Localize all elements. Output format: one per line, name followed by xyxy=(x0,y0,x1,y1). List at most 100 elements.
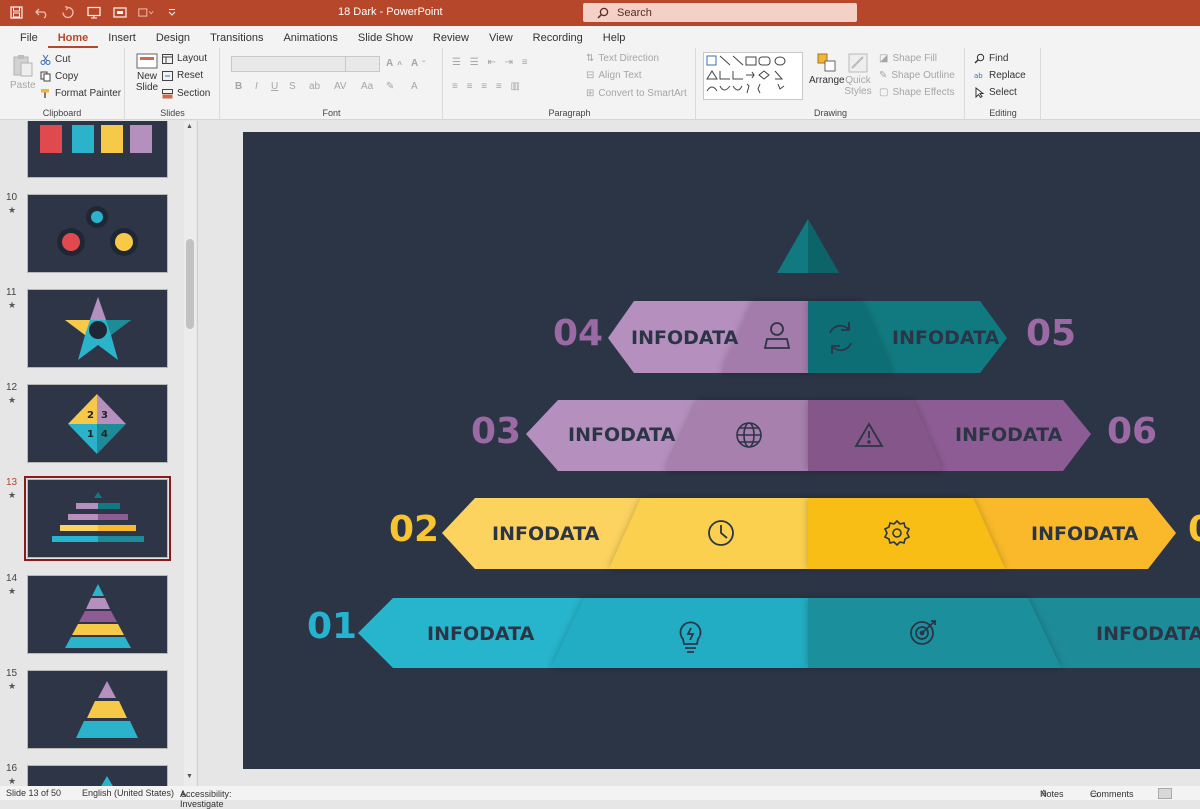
svg-text:1: 1 xyxy=(87,429,94,440)
tab-file[interactable]: File xyxy=(10,32,48,48)
shape-effects-button[interactable]: ▢ Shape Effects xyxy=(879,87,955,98)
scroll-down-icon[interactable]: ▼ xyxy=(186,773,193,780)
search-box[interactable]: Search xyxy=(583,3,857,22)
number-06: 06 xyxy=(1107,411,1157,452)
slide-thumbnail-12[interactable]: 23 14 xyxy=(27,384,168,463)
row-05-right-text: INFODATA xyxy=(892,327,1000,349)
char-spacing-button[interactable]: AV xyxy=(334,81,347,92)
number-03: 03 xyxy=(471,411,521,452)
customize-qat-icon[interactable] xyxy=(164,4,180,20)
align-buttons[interactable]: ≡ ≡ ≡ ≡ ▥ xyxy=(452,81,523,92)
save-icon[interactable] xyxy=(8,4,24,20)
tab-slide-show[interactable]: Slide Show xyxy=(348,32,423,48)
select-button[interactable]: Select xyxy=(974,87,1017,98)
text-direction-button[interactable]: ⇅ Text Direction xyxy=(586,53,659,64)
new-slide-icon xyxy=(136,53,158,69)
quick-access-toolbar xyxy=(8,4,180,20)
cursor-icon xyxy=(975,87,985,98)
row-02-left-text: INFODATA xyxy=(492,523,600,545)
slide-thumbnail-10[interactable] xyxy=(27,194,168,273)
slide-thumbnail-11[interactable] xyxy=(27,289,168,368)
tab-recording[interactable]: Recording xyxy=(523,32,593,48)
thumbnail-scrollbar[interactable]: ▲ ▼ xyxy=(184,121,196,786)
layout-button[interactable]: Layout xyxy=(162,53,207,64)
slideshow-icon[interactable] xyxy=(112,4,128,20)
undo-icon[interactable] xyxy=(34,4,50,20)
cut-button[interactable]: Cut xyxy=(40,54,71,65)
slide-thumbnail-13[interactable] xyxy=(24,476,171,561)
font-label: Font xyxy=(322,108,341,118)
tab-review[interactable]: Review xyxy=(423,32,479,48)
align-text-button[interactable]: ⊟ Align Text xyxy=(586,70,642,81)
section-button[interactable]: Section xyxy=(162,88,210,99)
drawing-label: Drawing xyxy=(813,108,847,118)
present-icon[interactable] xyxy=(86,4,102,20)
quick-styles-button[interactable]: Quick Styles xyxy=(843,52,873,97)
bold-button[interactable]: B xyxy=(235,81,242,92)
paste-button[interactable]: Paste xyxy=(10,54,36,91)
drawing-group: Arrange Quick Styles ◪ Shape Fill ✎ Shape … xyxy=(697,48,965,120)
shape-fill-button[interactable]: ◪ Shape Fill xyxy=(879,53,937,64)
replace-button[interactable]: ab Replace xyxy=(974,70,1026,81)
underline-button[interactable]: U xyxy=(271,81,278,92)
slide-thumbnail-14[interactable] xyxy=(27,575,168,654)
shapes-gallery-icons xyxy=(706,55,786,94)
slide-canvas[interactable]: INFODATA INFODATA INFODATA INFODATA INFO… xyxy=(243,132,1200,769)
slide-thumbnail-15[interactable] xyxy=(27,670,168,749)
shape-dropdown-icon[interactable] xyxy=(138,4,154,20)
thumbnail-number-16: 16 xyxy=(6,763,18,774)
status-bar: Slide 13 of 50 English (United States) ♿… xyxy=(0,786,1200,809)
paragraph-group: ☰ ☰ ⇤ ⇥ ≡ ≡ ≡ ≡ ≡ ▥ ⇅ Text Direction ⊟ Ali… xyxy=(444,48,696,120)
slide-thumbnail-9[interactable] xyxy=(27,121,168,178)
format-painter-button[interactable]: Format Painter xyxy=(40,88,121,99)
number-01: 01 xyxy=(307,606,357,647)
copy-button[interactable]: Copy xyxy=(40,71,78,82)
replace-icon: ab xyxy=(974,72,983,80)
language-indicator[interactable]: English (United States) xyxy=(82,788,174,798)
arrange-button[interactable]: Arrange xyxy=(809,52,845,86)
font-size-dropdown[interactable] xyxy=(345,56,380,72)
grow-font-button[interactable]: A ^ xyxy=(386,58,402,69)
font-color-button[interactable]: A xyxy=(411,81,418,92)
strikethrough-button[interactable]: S xyxy=(289,81,296,92)
font-group: A ^ Aˇ B I U S ab AV Aa ✎ A Font xyxy=(221,48,443,120)
transition-star-icon: ★ xyxy=(8,490,17,500)
italic-button[interactable]: I xyxy=(255,81,258,92)
slides-label: Slides xyxy=(160,108,185,118)
slide-sorter-icon[interactable] xyxy=(1158,788,1172,799)
infographic-pyramid: INFODATA INFODATA INFODATA INFODATA INFO… xyxy=(307,219,1200,668)
arrange-icon xyxy=(817,53,836,72)
reset-button[interactable]: Reset xyxy=(162,70,203,81)
shape-outline-button[interactable]: ✎ Shape Outline xyxy=(879,70,955,81)
slide-thumbnail-16[interactable] xyxy=(27,765,168,786)
shrink-font-button[interactable]: Aˇ xyxy=(411,58,425,69)
redo-icon[interactable] xyxy=(60,4,76,20)
scissors-icon xyxy=(40,54,51,65)
tab-home[interactable]: Home xyxy=(47,32,99,48)
tab-help[interactable]: Help xyxy=(593,32,636,48)
thumbnail-9-preview xyxy=(40,125,152,153)
tab-view[interactable]: View xyxy=(479,32,523,48)
tab-insert[interactable]: Insert xyxy=(98,32,146,48)
find-button[interactable]: Find xyxy=(974,53,1008,64)
shapes-gallery[interactable] xyxy=(703,52,803,100)
format-painter-icon xyxy=(41,89,49,98)
change-case-button[interactable]: Aa xyxy=(361,81,373,92)
fill-bucket-icon: ◪ xyxy=(879,53,889,64)
thumbnail-13-preview xyxy=(52,492,144,542)
ribbon: Paste Cut Copy Format Painter Clipboard … xyxy=(0,48,1200,120)
tab-transitions[interactable]: Transitions xyxy=(200,32,273,48)
search-placeholder: Search xyxy=(617,6,652,19)
transition-star-icon: ★ xyxy=(8,586,17,596)
list-buttons[interactable]: ☰ ☰ ⇤ ⇥ ≡ xyxy=(452,57,531,68)
effects-icon: ▢ xyxy=(879,87,889,98)
new-slide-button[interactable]: New Slide xyxy=(132,52,162,93)
thumbnail-number-15: 15 xyxy=(6,668,18,679)
shadow-button[interactable]: ab xyxy=(309,81,320,92)
convert-smartart-button[interactable]: ⊞ Convert to SmartArt xyxy=(586,88,687,99)
tab-animations[interactable]: Animations xyxy=(273,32,347,48)
tab-design[interactable]: Design xyxy=(146,32,200,48)
highlight-button[interactable]: ✎ xyxy=(386,81,394,92)
scrollbar-thumb[interactable] xyxy=(186,239,194,329)
scroll-up-icon[interactable]: ▲ xyxy=(186,123,193,130)
